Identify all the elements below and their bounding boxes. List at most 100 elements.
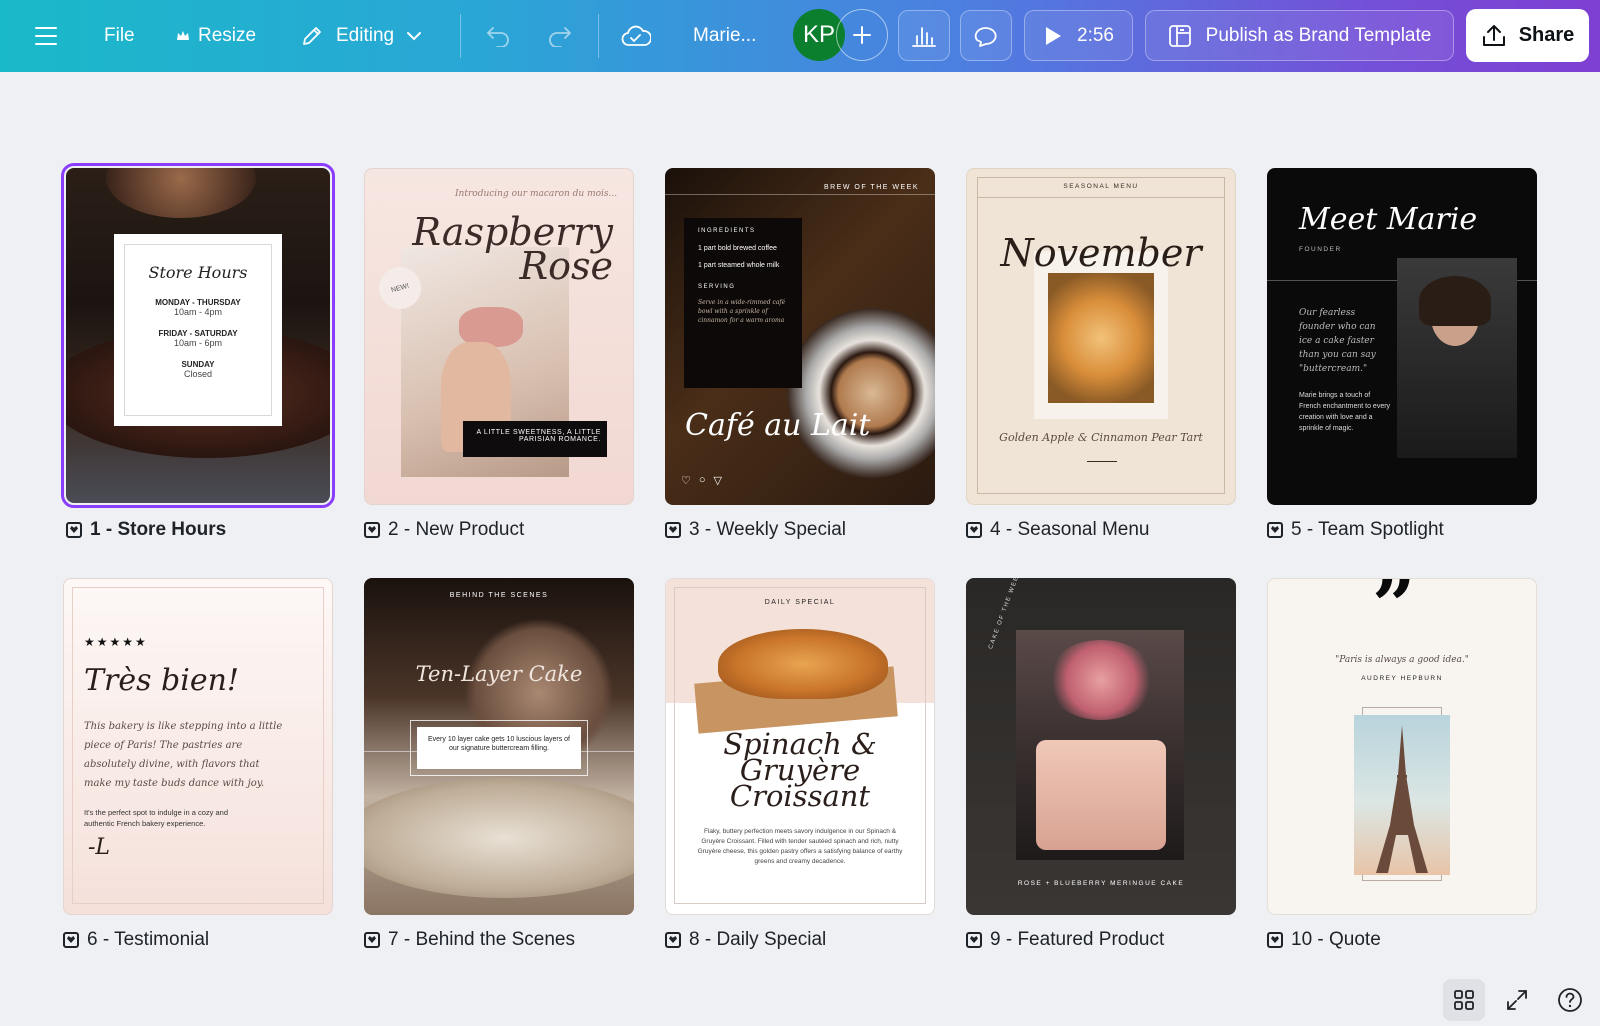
page-thumbnail-5[interactable]: Meet Marie FOUNDER Our fearless founder … bbox=[1267, 168, 1537, 505]
page-heart-icon bbox=[665, 522, 681, 538]
cafe-au-lait-title: Café au Lait bbox=[685, 408, 871, 443]
share-button[interactable]: Share bbox=[1466, 9, 1589, 62]
page-heart-icon bbox=[665, 932, 681, 948]
page-thumbnail-4[interactable]: SEASONAL MENU November Golden Apple & Ci… bbox=[966, 168, 1236, 505]
marie-portrait bbox=[1397, 258, 1517, 458]
cake-caption: ROSE + BLUEBERRY MERINGUE CAKE bbox=[1017, 880, 1185, 887]
raspberry-rose-title: Raspberry Rose bbox=[412, 213, 613, 285]
hair-shape bbox=[1419, 276, 1491, 326]
page-thumbnail-1[interactable]: Store Hours MONDAY - THURSDAY 10am - 4pm… bbox=[61, 163, 335, 508]
croissant-image bbox=[718, 629, 888, 699]
page-label-4[interactable]: 4 - Seasonal Menu bbox=[966, 519, 1150, 541]
file-label: File bbox=[104, 25, 135, 46]
plus-icon bbox=[853, 26, 871, 44]
page-label-6[interactable]: 6 - Testimonial bbox=[63, 929, 209, 951]
croissant-title: Spinach & Gruyère Croissant bbox=[666, 730, 934, 811]
page-label-text: 6 - Testimonial bbox=[87, 929, 210, 950]
toolbar-divider bbox=[598, 14, 599, 58]
speech-bubble-icon bbox=[974, 26, 997, 47]
cloud-save-status[interactable] bbox=[621, 0, 651, 72]
editing-mode-dropdown[interactable]: Editing bbox=[300, 0, 422, 72]
page-label-text: 7 - Behind the Scenes bbox=[388, 929, 575, 950]
page-heart-icon bbox=[966, 522, 982, 538]
page-label-3[interactable]: 3 - Weekly Special bbox=[665, 519, 846, 541]
page-heart-icon bbox=[966, 932, 982, 948]
page-label-7[interactable]: 7 - Behind the Scenes bbox=[364, 929, 575, 951]
page-thumbnail-9[interactable]: CAKE OF THE WEEK ROSE + BLUEBERRY MERING… bbox=[966, 578, 1236, 915]
heart-icon: ♡ bbox=[681, 475, 691, 487]
publish-brand-template-button[interactable]: Publish as Brand Template bbox=[1145, 10, 1454, 61]
page-label-text: 4 - Seasonal Menu bbox=[990, 519, 1150, 540]
help-button[interactable] bbox=[1549, 979, 1591, 1021]
meringue-cake bbox=[1036, 740, 1166, 850]
caption-frame: Every 10 layer cake gets 10 luscious lay… bbox=[410, 720, 588, 776]
page-heart-icon bbox=[66, 522, 82, 538]
page-thumbnail-10[interactable]: ” "Paris is always a good idea." AUDREY … bbox=[1267, 578, 1537, 915]
serving-heading: SERVING bbox=[698, 284, 736, 290]
tart-photo-frame bbox=[1034, 251, 1168, 419]
divider-line bbox=[665, 194, 935, 195]
page-thumbnail-7[interactable]: BEHIND THE SCENES Ten-Layer Cake Every 1… bbox=[364, 578, 634, 915]
undo-icon bbox=[486, 27, 509, 47]
november-title: November bbox=[1000, 231, 1202, 275]
page-label-2[interactable]: 2 - New Product bbox=[364, 519, 524, 541]
fullscreen-button[interactable] bbox=[1496, 979, 1538, 1021]
page-thumbnail-8[interactable]: DAILY SPECIAL Spinach & Gruyère Croissan… bbox=[665, 578, 935, 915]
redo-icon bbox=[549, 27, 572, 47]
page-label-text: 5 - Team Spotlight bbox=[1291, 519, 1444, 540]
tart-image bbox=[1048, 273, 1154, 403]
grid-view-button[interactable] bbox=[1443, 979, 1485, 1021]
page-label-text: 1 - Store Hours bbox=[90, 519, 227, 540]
present-button[interactable]: 2:56 bbox=[1024, 10, 1133, 61]
page-label-5[interactable]: 5 - Team Spotlight bbox=[1267, 519, 1444, 541]
comments-button[interactable] bbox=[960, 10, 1012, 61]
redo-button[interactable] bbox=[547, 0, 573, 72]
hours-day-1: MONDAY - THURSDAY bbox=[155, 298, 241, 307]
tagline-box: A LITTLE SWEETNESS, A LITTLE PARISIAN RO… bbox=[463, 421, 607, 457]
page-thumbnail-2[interactable]: Introducing our macaron du mois... Raspb… bbox=[364, 168, 634, 505]
cake-photo bbox=[1016, 630, 1184, 860]
page-label-text: 10 - Quote bbox=[1291, 929, 1381, 950]
page-label-text: 8 - Daily Special bbox=[689, 929, 827, 950]
file-menu-button[interactable]: File bbox=[104, 0, 135, 72]
avatar-initials: KP bbox=[802, 21, 835, 48]
toolbar-divider bbox=[460, 14, 461, 58]
resize-button[interactable]: Resize bbox=[176, 0, 256, 72]
design-title[interactable]: Marie... bbox=[693, 0, 756, 72]
five-stars: ★★★★★ bbox=[84, 635, 148, 649]
ingredients-panel: INGREDIENTS 1 part bold brewed coffee 1 … bbox=[684, 218, 802, 388]
hours-day-2: FRIDAY - SATURDAY bbox=[158, 329, 238, 338]
macaron-shape bbox=[459, 307, 523, 347]
eiffel-tower-icon bbox=[1376, 725, 1428, 873]
editor-toolbar: File Resize Editing Marie... KP 2:56 Pub… bbox=[0, 0, 1600, 72]
quote-author: AUDREY HEPBURN bbox=[1361, 675, 1443, 682]
chevron-down-icon bbox=[407, 32, 422, 41]
crown-icon bbox=[177, 31, 189, 40]
resize-label: Resize bbox=[198, 25, 257, 46]
serving-text: Serve in a wide-rimmed café bowl with a … bbox=[698, 299, 786, 324]
page-label-9[interactable]: 9 - Featured Product bbox=[966, 929, 1164, 951]
menu-button[interactable] bbox=[35, 0, 57, 72]
add-collaborator-button[interactable] bbox=[836, 9, 888, 61]
page-label-text: 3 - Weekly Special bbox=[689, 519, 846, 540]
page-heart-icon bbox=[1267, 522, 1283, 538]
undo-button[interactable] bbox=[485, 0, 511, 72]
ingredient-2: 1 part steamed whole milk bbox=[698, 262, 780, 269]
insights-button[interactable] bbox=[898, 10, 950, 61]
editing-label: Editing bbox=[336, 25, 395, 46]
page-label-8[interactable]: 8 - Daily Special bbox=[665, 929, 826, 951]
page-label-10[interactable]: 10 - Quote bbox=[1267, 929, 1381, 951]
social-icons: ♡ ○ ▽ bbox=[681, 474, 722, 487]
quote-marks-icon: ” bbox=[1372, 578, 1416, 650]
daily-special-label: DAILY SPECIAL bbox=[764, 599, 836, 606]
ingredients-heading: INGREDIENTS bbox=[698, 228, 756, 234]
template-icon bbox=[1168, 24, 1191, 47]
help-icon bbox=[1558, 988, 1582, 1012]
sieve-image bbox=[106, 168, 256, 218]
send-icon: ▽ bbox=[713, 475, 722, 487]
page-thumbnail-3[interactable]: BREW OF THE WEEK INGREDIENTS 1 part bold… bbox=[665, 168, 935, 505]
page-label-1[interactable]: 1 - Store Hours bbox=[66, 519, 226, 541]
page-thumbnail-6[interactable]: ★★★★★ Très bien! This bakery is like ste… bbox=[63, 578, 333, 915]
cake-image bbox=[364, 778, 634, 898]
testimonial-body: It's the perfect spot to indulge in a co… bbox=[84, 808, 229, 828]
